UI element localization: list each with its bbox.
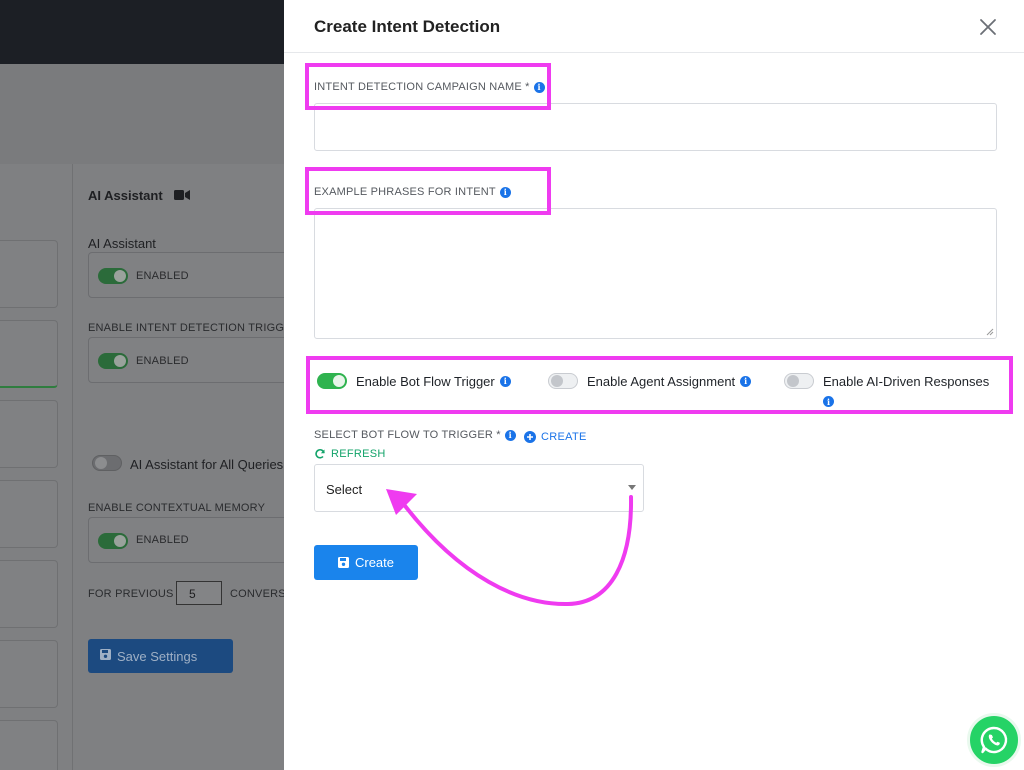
intent-trigger-toggle[interactable] [98,353,128,369]
sidebar-card[interactable] [0,560,58,628]
plus-circle-icon [524,431,536,443]
create-bot-flow-link[interactable]: CREATE [524,431,587,443]
video-camera-icon [174,190,191,200]
conversations-label: CONVERS [230,588,286,600]
caret-down-icon [628,485,636,490]
floppy-disk-icon [100,649,111,660]
all-queries-label: AI Assistant for All Queries [130,457,284,472]
create-button[interactable]: Create [314,545,418,580]
contextual-memory-toggle[interactable] [98,533,128,549]
highlight-box-toggles [306,356,1013,414]
column-divider [72,164,73,770]
floppy-disk-icon [337,557,349,568]
ai-assistant-heading: AI Assistant [88,188,191,203]
intent-trigger-label: ENABLE INTENT DETECTION TRIGGE [88,322,292,334]
campaign-name-input[interactable] [314,103,997,151]
for-previous-label: FOR PREVIOUS [88,588,174,600]
ai-assistant-label: AI Assistant [88,236,156,251]
refresh-link-label: REFRESH [331,448,386,460]
bot-flow-label-text: SELECT BOT FLOW TO TRIGGER * [314,429,501,441]
example-phrases-textarea[interactable] [314,208,997,339]
sidebar-card[interactable] [0,400,58,468]
sidebar-card[interactable] [0,240,58,308]
sidebar-card[interactable] [0,640,58,708]
enabled-text: ENABLED [136,355,189,367]
all-queries-toggle[interactable] [92,455,122,471]
ai-assistant-toggle[interactable] [98,268,128,284]
refresh-link[interactable]: REFRESH [314,448,386,460]
whatsapp-icon[interactable] [967,713,1021,767]
refresh-icon [315,449,325,459]
bot-flow-select[interactable]: Select [314,464,644,512]
panel-header: Create Intent Detection [284,0,1024,53]
sidebar-card-active[interactable] [0,320,58,388]
enabled-text: ENABLED [136,534,189,546]
bot-flow-label: SELECT BOT FLOW TO TRIGGER * i [314,429,516,441]
panel-title: Create Intent Detection [314,17,501,36]
create-link-label: CREATE [541,431,587,443]
contextual-memory-label: ENABLE CONTEXTUAL MEMORY [88,502,266,514]
ai-assistant-title: AI Assistant [88,188,163,203]
enabled-text: ENABLED [136,270,189,282]
bot-flow-select-value: Select [326,482,363,497]
save-settings-button[interactable]: Save Settings [88,639,233,673]
previous-count-input[interactable]: 5 [176,581,222,605]
sidebar-card[interactable] [0,720,58,770]
highlight-box-example-phrases [305,167,551,215]
info-icon[interactable]: i [504,429,516,441]
save-settings-label: Save Settings [117,649,198,664]
highlight-box-campaign-name [305,63,551,110]
resize-grip-icon[interactable] [986,328,994,336]
create-button-label: Create [354,555,395,570]
sidebar-card[interactable] [0,480,58,548]
close-icon[interactable] [976,15,1000,39]
